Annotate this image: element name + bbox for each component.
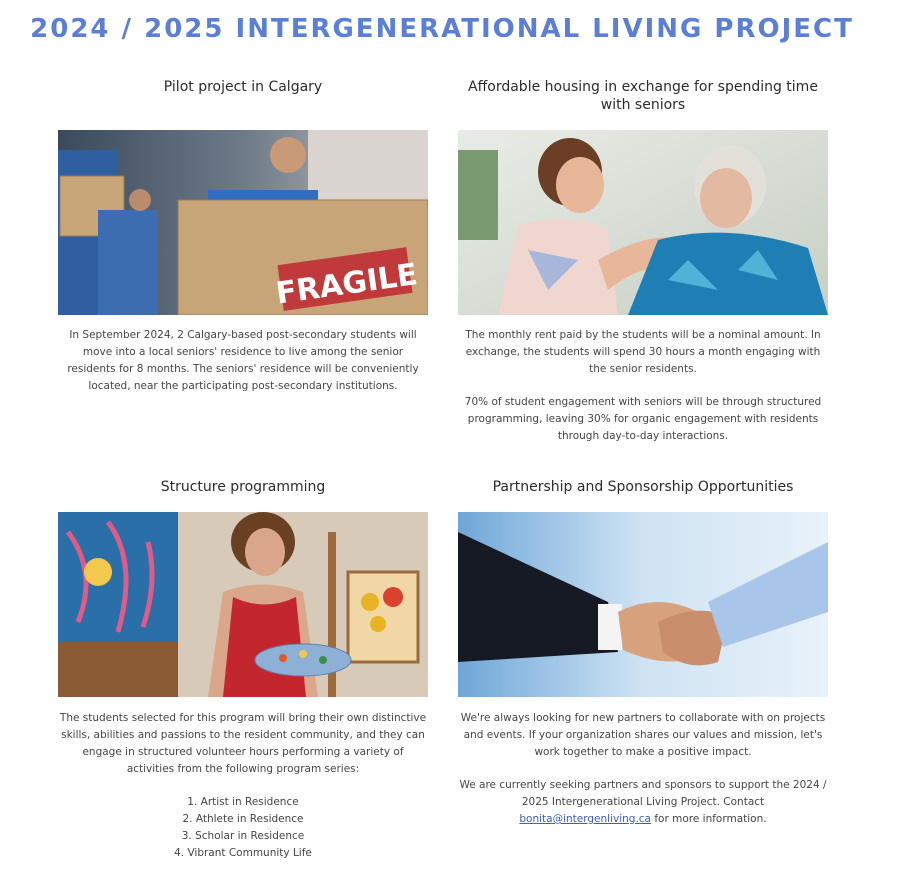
card-text-structure-programming: The students selected for this program w… <box>58 710 428 862</box>
card-text-pilot-project: In September 2024, 2 Calgary-based post-… <box>58 327 428 411</box>
card-heading-partnership: Partnership and Sponsorship Opportunitie… <box>492 479 794 495</box>
artist-image <box>58 512 428 697</box>
artist-photo <box>58 512 428 697</box>
card-heading-pilot-project: Pilot project in Calgary <box>163 79 323 95</box>
contact-text-before: We are currently seeking partners and sp… <box>459 779 827 808</box>
moving-boxes-photo: FRAGILE <box>58 130 428 315</box>
senior-caregiver-photo <box>458 130 828 315</box>
handshake-image <box>458 512 828 697</box>
list-item: 3. Scholar in Residence <box>181 830 305 842</box>
moving-boxes-image: FRAGILE <box>58 130 428 315</box>
contact-email-link[interactable]: bonita@intergenliving.ca <box>519 813 651 825</box>
list-item: 2. Athlete in Residence <box>182 813 304 825</box>
card-paragraph: The students selected for this program w… <box>59 712 427 775</box>
senior-caregiver-image <box>458 130 828 315</box>
list-item: 4. Vibrant Community Life <box>174 847 312 859</box>
card-heading-affordable-housing: Affordable housing in exchange for spend… <box>468 79 818 113</box>
contact-paragraph: We are currently seeking partners and sp… <box>458 777 828 828</box>
card-paragraph: In September 2024, 2 Calgary-based post-… <box>67 329 419 392</box>
card-paragraph: We're always looking for new partners to… <box>460 712 826 758</box>
program-series-list: 1. Artist in Residence 2. Athlete in Res… <box>58 794 428 862</box>
contact-text-after: for more information. <box>651 813 767 825</box>
list-item: 1. Artist in Residence <box>187 796 299 808</box>
card-heading-structure-programming: Structure programming <box>160 479 326 495</box>
page-title: 2024 / 2025 INTERGENERATIONAL LIVING PRO… <box>30 14 854 44</box>
card-text-affordable-housing: The monthly rent paid by the students wi… <box>458 327 828 461</box>
handshake-photo <box>458 512 828 697</box>
card-text-partnership: We're always looking for new partners to… <box>458 710 828 844</box>
card-paragraph: 70% of student engagement with seniors w… <box>464 396 822 442</box>
card-paragraph: The monthly rent paid by the students wi… <box>465 329 821 375</box>
